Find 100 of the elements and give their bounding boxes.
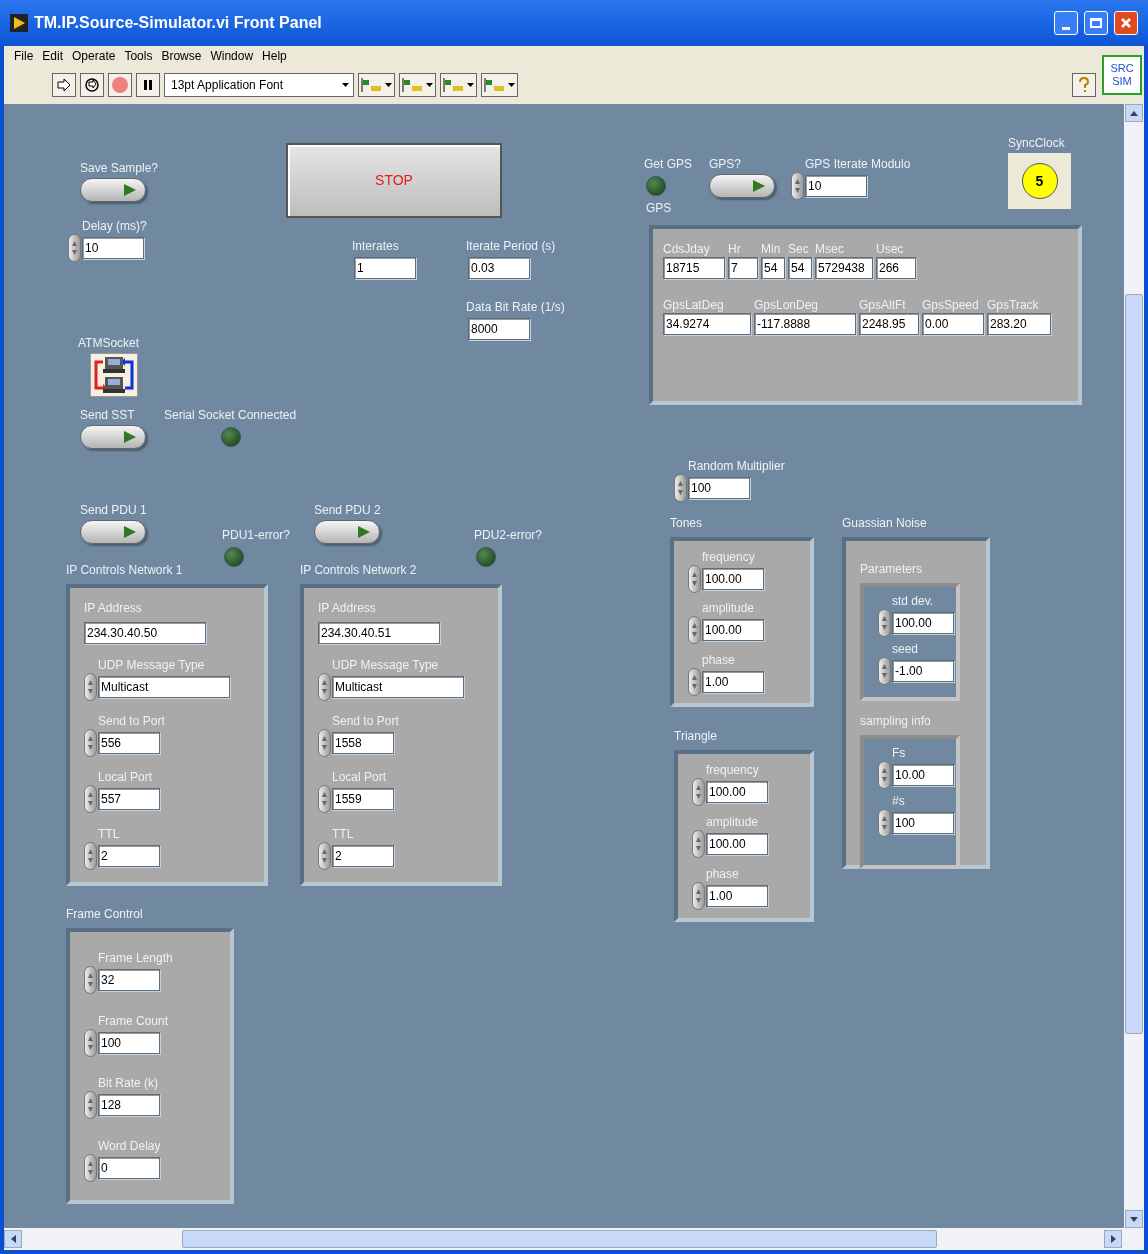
menu-item[interactable]: Operate (72, 47, 116, 65)
spinner-arrows[interactable] (688, 564, 701, 593)
numeric-field[interactable]: 100 (98, 1031, 160, 1054)
numeric-field[interactable]: 100.00 (702, 619, 764, 641)
menu-item[interactable]: Window (210, 47, 254, 65)
dropdown-field[interactable]: Multicast (98, 675, 230, 698)
numeric-field[interactable]: 10 (82, 237, 144, 259)
menu-item[interactable]: Browse (161, 47, 202, 65)
toggle-switch[interactable] (80, 425, 146, 449)
spinner-arrows[interactable] (688, 667, 701, 696)
pause-icon (142, 79, 154, 91)
menu-item[interactable]: File (14, 47, 34, 65)
control-label: phase (705, 866, 739, 882)
minimize-button[interactable] (1054, 11, 1078, 35)
numeric-field[interactable]: 1.00 (702, 670, 764, 693)
numeric-field[interactable]: 100.00 (706, 833, 768, 855)
spinner-arrows[interactable] (84, 1153, 97, 1182)
numeric-field[interactable]: 10 (805, 175, 867, 197)
text-field[interactable]: 234.30.40.51 (318, 622, 440, 645)
toggle-switch[interactable] (314, 520, 380, 544)
numeric-field[interactable]: 2 (332, 844, 394, 867)
numeric-field[interactable]: 100.00 (706, 781, 768, 803)
spinner-arrows[interactable] (84, 841, 97, 870)
spinner-arrows[interactable] (84, 672, 97, 701)
reorder-button[interactable] (481, 73, 518, 97)
control-label: PDU2-error? (474, 527, 542, 543)
spinner-arrows[interactable] (878, 809, 891, 837)
control-label: CdsJday (663, 241, 710, 257)
control-label: frequency (705, 762, 759, 778)
spinner-arrows[interactable] (318, 785, 331, 814)
numeric-field[interactable]: 556 (98, 732, 160, 754)
font-dropdown[interactable]: 13pt Application Font (164, 73, 354, 97)
spinner-arrows[interactable] (318, 729, 331, 757)
horizontal-scrollbar[interactable] (4, 1228, 1144, 1250)
spinner-arrows[interactable] (878, 657, 891, 685)
up-down-arrows-icon (87, 734, 94, 752)
numeric-field[interactable]: 100.00 (892, 612, 954, 634)
up-down-arrows-icon (87, 790, 94, 809)
numeric-indicator: 54 (761, 257, 785, 279)
toggle-switch[interactable] (80, 178, 146, 202)
numeric-field[interactable]: 1.00 (706, 885, 768, 907)
resize-objects-button[interactable] (440, 73, 477, 97)
spinner-arrows[interactable] (84, 729, 97, 757)
spinner-arrows[interactable] (68, 234, 81, 262)
menu-item[interactable]: Tools (124, 47, 153, 65)
close-button[interactable] (1114, 11, 1138, 35)
numeric-indicator: 0.03 (468, 257, 530, 279)
spinner-arrows[interactable] (688, 616, 701, 644)
text-field[interactable]: 234.30.40.50 (84, 622, 206, 645)
abort-button[interactable] (108, 73, 132, 97)
blocks-icon (443, 77, 465, 93)
control-label: Send to Port (97, 713, 165, 729)
spinner-arrows[interactable] (84, 1091, 97, 1120)
numeric-field[interactable]: 100 (892, 812, 954, 834)
numeric-field[interactable]: 128 (98, 1094, 160, 1117)
up-down-arrows-icon (87, 677, 94, 696)
menu-item[interactable]: Help (262, 47, 287, 65)
spinner-arrows[interactable] (878, 609, 891, 637)
spinner-arrows[interactable] (84, 785, 97, 814)
control-label: Triangle (674, 728, 717, 744)
spinner-arrows[interactable] (692, 830, 705, 858)
numeric-field[interactable]: 100.00 (702, 567, 764, 590)
toggle-switch[interactable] (709, 174, 775, 198)
spinner-arrows[interactable] (674, 474, 687, 502)
numeric-field[interactable]: 10.00 (892, 764, 954, 786)
run-continuously-button[interactable] (80, 73, 104, 97)
align-objects-button[interactable] (358, 73, 395, 97)
maximize-button[interactable] (1084, 11, 1108, 35)
distribute-objects-button[interactable] (399, 73, 436, 97)
spinner-arrows[interactable] (318, 841, 331, 870)
vertical-scrollbar[interactable] (1124, 104, 1144, 1228)
numeric-field[interactable]: 32 (98, 969, 160, 992)
numeric-field[interactable]: 0 (98, 1156, 160, 1179)
pause-button[interactable] (136, 73, 160, 97)
spinner-arrows[interactable] (84, 966, 97, 995)
spinner-arrows[interactable] (692, 882, 705, 910)
window-title: TM.IP.Source-Simulator.vi Front Panel (34, 13, 323, 33)
spinner-arrows[interactable] (84, 1028, 97, 1057)
triangle-icon (123, 430, 137, 444)
numeric-field[interactable]: 1558 (332, 732, 394, 754)
toggle-switch[interactable] (80, 520, 146, 544)
spinner-arrows[interactable] (791, 172, 804, 200)
app-icon (10, 14, 28, 32)
numeric-field[interactable]: -1.00 (892, 660, 954, 682)
numeric-field[interactable]: 557 (98, 788, 160, 811)
dropdown-field[interactable]: Multicast (332, 675, 464, 698)
numeric-field[interactable]: 100 (688, 477, 750, 499)
menu-item[interactable]: Edit (42, 47, 64, 65)
help-button[interactable] (1072, 73, 1096, 97)
control-label: IP Address (318, 600, 376, 617)
spinner-arrows[interactable] (692, 778, 705, 806)
numeric-field[interactable]: 2 (98, 844, 160, 867)
caret-icon (342, 83, 349, 87)
spinner-arrows[interactable] (878, 761, 891, 789)
numeric-field[interactable]: 1559 (332, 788, 394, 811)
network-socket-icon[interactable] (90, 353, 138, 397)
run-button[interactable] (52, 73, 76, 97)
close-icon (1120, 17, 1132, 29)
spinner-arrows[interactable] (318, 672, 331, 701)
up-down-arrows-icon (691, 672, 698, 691)
